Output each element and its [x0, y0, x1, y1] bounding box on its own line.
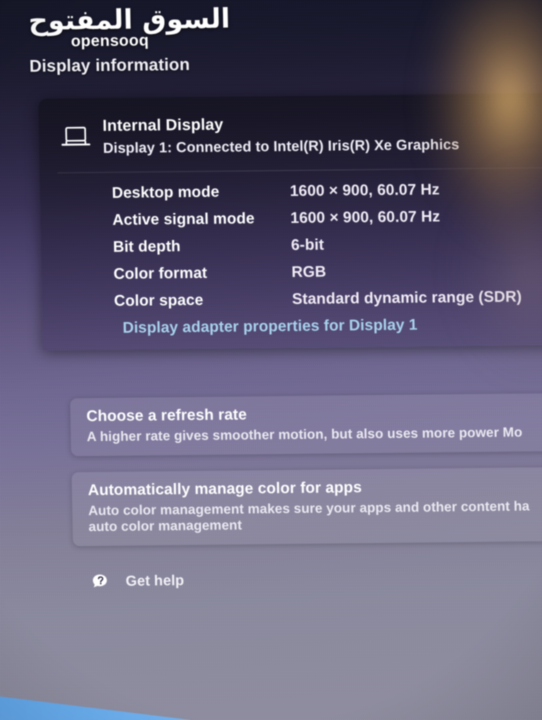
property-label: Color space	[113, 291, 204, 310]
display-properties-list: Desktop mode 1600 × 900, 60.07 Hz Active…	[40, 180, 542, 339]
get-help-link[interactable]: Get help	[89, 570, 184, 593]
opensooq-watermark: السوق المفتوح opensooq	[28, 3, 231, 52]
setting-title: Choose a refresh rate	[86, 406, 247, 426]
device-name: Internal Display	[102, 116, 224, 135]
page-title: Display information	[29, 55, 191, 76]
device-text-block: Internal Display Display 1: Connected to…	[102, 112, 459, 159]
property-row-desktop-mode: Desktop mode 1600 × 900, 60.07 Hz	[112, 180, 542, 203]
property-row-active-signal-mode: Active signal mode 1600 × 900, 60.07 Hz	[112, 207, 542, 230]
watermark-arabic-text: السوق المفتوح	[28, 3, 231, 37]
device-connection: Display 1: Connected to Intel(R) Iris(R)…	[102, 136, 460, 157]
device-header: Internal Display Display 1: Connected to…	[38, 109, 542, 160]
get-help-label: Get help	[125, 573, 185, 590]
setting-choose-refresh-rate[interactable]: Choose a refresh rate A higher rate give…	[70, 392, 542, 457]
setting-title: Automatically manage color for apps	[87, 479, 362, 500]
display-information-card: Internal Display Display 1: Connected to…	[37, 92, 542, 351]
settings-page: السوق المفتوح opensooq Display informati…	[0, 0, 542, 720]
property-label: Bit depth	[112, 238, 181, 256]
property-row-color-format: Color format RGB	[113, 261, 542, 284]
setting-description: A higher rate gives smoother motion, but…	[86, 424, 523, 445]
property-value: 1600 × 900, 60.07 Hz	[289, 181, 440, 200]
property-label: Color format	[113, 264, 208, 283]
property-label: Desktop mode	[111, 183, 220, 202]
property-value: 1600 × 900, 60.07 Hz	[290, 208, 441, 227]
property-row-bit-depth: Bit depth 6-bit	[113, 234, 542, 257]
photographed-screen: السوق المفتوح opensooq Display informati…	[0, 0, 542, 720]
property-label: Active signal mode	[112, 210, 255, 229]
display-adapter-properties-link[interactable]: Display adapter properties for Display 1	[122, 315, 542, 338]
property-value: RGB	[291, 263, 327, 281]
help-bubble-icon	[89, 571, 111, 593]
property-value: 6-bit	[290, 236, 325, 254]
property-row-color-space: Color space Standard dynamic range (SDR)	[114, 288, 542, 311]
setting-automatically-manage-color[interactable]: Automatically manage color for apps Auto…	[71, 466, 542, 547]
card-divider	[57, 167, 542, 174]
watermark-latin-text: opensooq	[70, 32, 150, 51]
property-value: Standard dynamic range (SDR)	[291, 288, 522, 308]
laptop-display-icon	[61, 125, 95, 149]
